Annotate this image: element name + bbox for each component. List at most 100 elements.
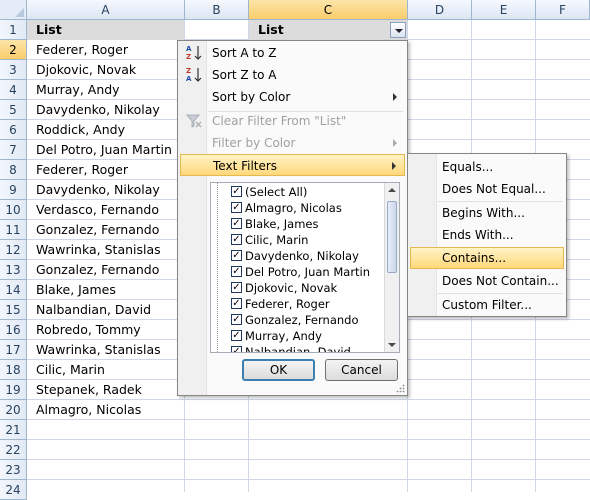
equals-item[interactable]: Equals... (410, 156, 564, 178)
row-header[interactable]: 24 (0, 480, 27, 500)
filter-by-color-item[interactable]: Filter by Color (180, 132, 405, 154)
row-header[interactable]: 23 (0, 460, 27, 480)
filter-option-label: Almagro, Nicolas (245, 201, 342, 215)
sort-z-to-a-item[interactable]: ZA Sort Z to A (180, 64, 405, 86)
filter-option-label: (Select All) (245, 185, 308, 199)
resize-grip-icon[interactable] (396, 384, 405, 393)
row-header[interactable]: 11 (0, 220, 27, 240)
column-header-b[interactable]: B (185, 0, 249, 20)
checkbox-checked[interactable]: ✓ (231, 330, 242, 341)
row-header[interactable]: 6 (0, 120, 27, 140)
row-header[interactable]: 1 (0, 20, 27, 40)
row-header[interactable]: 4 (0, 80, 27, 100)
checkbox-checked[interactable]: ✓ (231, 314, 242, 325)
custom-filter-item[interactable]: Custom Filter... (410, 294, 564, 316)
column-header-c[interactable]: C (249, 0, 408, 20)
cell-a[interactable]: Wawrinka, Stanislas (27, 340, 184, 360)
cell-a[interactable]: Stepanek, Radek (27, 380, 184, 400)
sort-a-to-z-item[interactable]: AZ Sort A to Z (180, 42, 405, 64)
cell-a[interactable]: Federer, Roger (27, 160, 184, 180)
row-header[interactable]: 7 (0, 140, 27, 160)
checkbox-checked[interactable]: ✓ (231, 298, 242, 309)
row-header[interactable]: 13 (0, 260, 27, 280)
row-header[interactable]: 17 (0, 340, 27, 360)
contains-label: Contains... (442, 251, 507, 265)
clear-filter-label: Clear Filter From "List" (212, 114, 347, 128)
cell-a[interactable]: Del Potro, Juan Martin (27, 140, 184, 160)
text-filters-submenu: Equals... Does Not Equal... Begins With.… (407, 153, 567, 317)
does-not-contain-label: Does Not Contain... (442, 274, 559, 288)
column-header-a[interactable]: A (27, 0, 185, 20)
checkbox-checked[interactable]: ✓ (231, 346, 242, 352)
column-header-d[interactable]: D (408, 0, 472, 20)
cell-a[interactable]: Gonzalez, Fernando (27, 220, 184, 240)
list-scrollbar[interactable] (384, 183, 399, 352)
cell-a[interactable]: Djokovic, Novak (27, 60, 184, 80)
sort-descending-icon: ZA (185, 66, 203, 84)
filter-values-list[interactable]: ✓ (Select All) ✓ Almagro, Nicolas ✓ Blak… (210, 182, 400, 353)
does-not-equal-label: Does Not Equal... (442, 182, 546, 196)
checkbox-checked[interactable]: ✓ (231, 282, 242, 293)
filter-option-label: Murray, Andy (245, 329, 322, 343)
row-header[interactable]: 16 (0, 320, 27, 340)
column-header-f[interactable]: F (536, 0, 590, 20)
clear-filter-item[interactable]: Clear Filter From "List" (180, 110, 405, 132)
row-header[interactable]: 5 (0, 100, 27, 120)
cell-a[interactable]: Robredo, Tommy (27, 320, 184, 340)
cell-a[interactable]: Davydenko, Nikolay (27, 180, 184, 200)
begins-with-item[interactable]: Begins With... (410, 202, 564, 224)
filter-option-label: Blake, James (245, 217, 319, 231)
row-header[interactable]: 12 (0, 240, 27, 260)
row-header[interactable]: 15 (0, 300, 27, 320)
submenu-arrow-icon (392, 162, 396, 170)
checkbox-checked[interactable]: ✓ (231, 234, 242, 245)
cell-a[interactable]: Gonzalez, Fernando (27, 260, 184, 280)
select-all-corner[interactable] (0, 0, 27, 20)
row-header[interactable]: 21 (0, 420, 27, 440)
cell-a[interactable]: Verdasco, Fernando (27, 200, 184, 220)
cell-a[interactable]: Roddick, Andy (27, 120, 184, 140)
contains-item[interactable]: Contains... (410, 247, 564, 269)
row-header[interactable]: 3 (0, 60, 27, 80)
row-header[interactable]: 9 (0, 180, 27, 200)
scroll-down-icon[interactable] (388, 343, 396, 347)
cancel-button[interactable]: Cancel (325, 359, 398, 381)
sort-ascending-icon: AZ (185, 44, 203, 62)
row-header[interactable]: 20 (0, 400, 27, 420)
row-header[interactable]: 22 (0, 440, 27, 460)
filter-option-label: Djokovic, Novak (245, 281, 338, 295)
scroll-up-icon[interactable] (388, 188, 396, 192)
filter-dropdown-button[interactable] (390, 22, 406, 38)
gridline (27, 439, 590, 440)
scroll-thumb[interactable] (387, 201, 397, 273)
cell-a[interactable]: Federer, Roger (27, 40, 184, 60)
row-header[interactable]: 2 (0, 40, 27, 60)
checkbox-checked[interactable]: ✓ (231, 202, 242, 213)
cell-a[interactable]: Davydenko, Nikolay (27, 100, 184, 120)
cell-c1[interactable]: List (249, 20, 407, 40)
sort-by-color-item[interactable]: Sort by Color (180, 86, 405, 108)
row-header[interactable]: 8 (0, 160, 27, 180)
cell-a[interactable]: Nalbandian, David (27, 300, 184, 320)
cell-a[interactable]: Blake, James (27, 280, 184, 300)
checkbox-checked[interactable]: ✓ (231, 218, 242, 229)
cell-a[interactable]: Cilic, Marin (27, 360, 184, 380)
column-header-e[interactable]: E (472, 0, 536, 20)
checkbox-checked[interactable]: ✓ (231, 266, 242, 277)
does-not-equal-item[interactable]: Does Not Equal... (410, 178, 564, 200)
text-filters-item[interactable]: Text Filters (180, 154, 405, 176)
row-header[interactable]: 19 (0, 380, 27, 400)
cell-a[interactable]: Almagro, Nicolas (27, 400, 184, 420)
cell-a1[interactable]: List (27, 20, 184, 40)
does-not-contain-item[interactable]: Does Not Contain... (410, 270, 564, 292)
checkbox-checked[interactable]: ✓ (231, 250, 242, 261)
ends-with-item[interactable]: Ends With... (410, 224, 564, 246)
ok-button[interactable]: OK (242, 359, 315, 381)
row-header[interactable]: 14 (0, 280, 27, 300)
cell-a[interactable]: Wawrinka, Stanislas (27, 240, 184, 260)
cell-a[interactable]: Murray, Andy (27, 80, 184, 100)
row-header[interactable]: 10 (0, 200, 27, 220)
sort-by-color-label: Sort by Color (212, 90, 291, 104)
checkbox-checked[interactable]: ✓ (231, 186, 242, 197)
row-header[interactable]: 18 (0, 360, 27, 380)
